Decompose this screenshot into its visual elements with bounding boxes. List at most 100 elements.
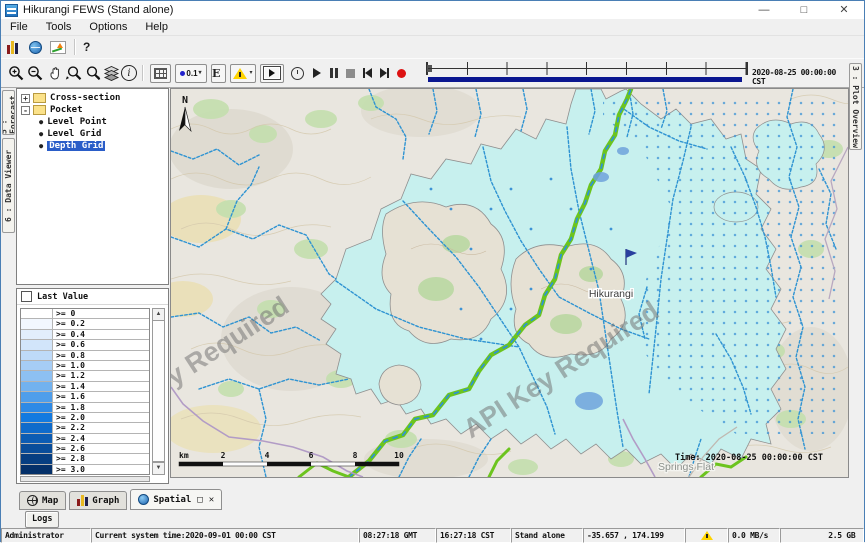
time-slider-range-bar: [428, 77, 742, 82]
legend-row[interactable]: >= 2.0: [21, 413, 149, 423]
pan-hand-icon[interactable]: [45, 63, 64, 83]
zoom-in-icon[interactable]: [7, 63, 26, 83]
time-slider[interactable]: [426, 62, 748, 84]
zoom-next-icon[interactable]: [83, 63, 102, 83]
legend-row[interactable]: >= 1.0: [21, 361, 149, 371]
svg-text:2: 2: [221, 451, 226, 460]
expand-icon[interactable]: +: [21, 94, 30, 103]
legend-row[interactable]: >= 2.2: [21, 423, 149, 433]
close-tab-icon[interactable]: ✕: [209, 495, 214, 505]
scrollbar-thumb[interactable]: [153, 321, 164, 462]
map-time-label: Time: 2020-08-25 00:00:00 CST: [675, 452, 823, 463]
zoom-previous-icon[interactable]: [64, 63, 83, 83]
main-toolbar: ?: [1, 36, 864, 58]
tree-node-level-grid[interactable]: ● Level Grid: [17, 128, 168, 140]
scroll-up-icon[interactable]: ▲: [153, 309, 164, 321]
skip-to-end-button[interactable]: [376, 63, 393, 83]
logs-button[interactable]: Logs: [25, 511, 59, 528]
legend-row[interactable]: >= 0: [21, 309, 149, 319]
classification-dropdown[interactable]: 0.1 ▾: [175, 64, 207, 83]
explorer-icon[interactable]: [7, 41, 21, 54]
pause-button[interactable]: [325, 63, 342, 83]
detach-tab-icon[interactable]: □: [197, 495, 202, 505]
folder-icon: [33, 93, 46, 103]
map-canvas[interactable]: API Key Required API Key Required N km 2…: [171, 89, 848, 477]
legend-row[interactable]: >= 0.4: [21, 330, 149, 340]
legend-row-label: >= 0.2: [53, 319, 85, 328]
sidebar-tab-data-viewer[interactable]: 6 : Data Viewer: [2, 138, 15, 233]
last-value-checkbox[interactable]: [21, 291, 32, 302]
time-slider-handle[interactable]: [427, 65, 432, 72]
legend-row[interactable]: >= 2.8: [21, 454, 149, 464]
folder-icon: [33, 105, 46, 115]
zoom-out-icon[interactable]: [26, 63, 45, 83]
skip-to-start-button[interactable]: [359, 63, 376, 83]
tree-node-level-point[interactable]: ● Level Point: [17, 116, 168, 128]
legend-color-swatch: [21, 382, 53, 391]
record-button[interactable]: [393, 63, 410, 83]
legend-row[interactable]: >= 0.8: [21, 351, 149, 361]
legend-row[interactable]: >= 1.6: [21, 392, 149, 402]
help-icon[interactable]: ?: [83, 40, 90, 54]
legend-row[interactable]: >= 2.4: [21, 434, 149, 444]
scale-bar-button[interactable]: E: [211, 64, 226, 83]
tab-spatial[interactable]: Spatial □ ✕: [130, 489, 222, 510]
legend-row-label: >= 1.2: [53, 371, 85, 380]
sidebar-tab-forecast[interactable]: 5 : Forecast: [2, 90, 15, 135]
tree-node-pocket[interactable]: - Pocket: [17, 104, 168, 116]
legend-row-label: >= 3.0: [53, 465, 85, 474]
time-slider-ruler[interactable]: [426, 62, 748, 75]
layers-icon[interactable]: [102, 63, 121, 83]
legend-row[interactable]: >= 1.4: [21, 382, 149, 392]
menu-item[interactable]: Tools: [37, 20, 81, 34]
tree-node-label: Level Point: [47, 117, 107, 127]
menu-item[interactable]: Help: [136, 20, 177, 34]
legend-scrollbar[interactable]: ▲ ▼: [152, 308, 165, 475]
tree-node-cross-section[interactable]: + Cross-section: [17, 92, 168, 104]
stop-button[interactable]: [342, 63, 359, 83]
legend-row[interactable]: >= 1.2: [21, 371, 149, 381]
menu-item[interactable]: File: [1, 20, 37, 34]
info-icon[interactable]: i: [121, 65, 137, 81]
legend-color-swatch: [21, 454, 53, 463]
scroll-down-icon[interactable]: ▼: [153, 462, 164, 474]
legend-hscrollbar[interactable]: [20, 476, 150, 482]
warning-icon: [701, 531, 713, 540]
legend-row[interactable]: >= 3.0: [21, 465, 149, 475]
legend-row[interactable]: >= 2.6: [21, 444, 149, 454]
grid-display-button[interactable]: [150, 64, 171, 83]
movie-export-button[interactable]: [260, 64, 284, 83]
status-transfer-rate: 0.0 MB/s: [728, 528, 780, 543]
status-warning[interactable]: [685, 528, 728, 543]
chevron-down-icon: ▾: [249, 70, 252, 76]
legend-color-swatch: [21, 423, 53, 432]
map-display-icon[interactable]: [29, 41, 42, 54]
tab-graph[interactable]: Graph: [69, 491, 127, 510]
timeseries-icon[interactable]: [50, 41, 66, 54]
sidebar-tab-plot-overview[interactable]: 3 : Plot Overview: [849, 63, 862, 150]
minimize-button[interactable]: —: [744, 1, 784, 19]
animation-timer-icon[interactable]: [286, 63, 308, 83]
play-button[interactable]: [308, 63, 325, 83]
svg-text:8: 8: [353, 451, 358, 460]
close-button[interactable]: ✕: [824, 1, 864, 19]
graph-tab-icon: [77, 495, 88, 506]
menu-item[interactable]: Options: [80, 20, 136, 34]
legend-color-swatch: [21, 319, 53, 328]
legend-row[interactable]: >= 1.8: [21, 403, 149, 413]
class-value: 0.1: [186, 69, 197, 78]
tree-node-depth-grid[interactable]: ● Depth Grid: [17, 140, 168, 152]
tab-graph-label: Graph: [92, 496, 119, 506]
legend-row[interactable]: >= 0.2: [21, 319, 149, 329]
legend-panel: Last Value >= 0 >= 0.2 >= 0.4 >= 0.6 >= …: [16, 288, 169, 484]
maximize-button[interactable]: □: [784, 1, 824, 19]
town-label: Hikurangi: [589, 288, 633, 300]
tab-map[interactable]: Map: [19, 491, 66, 510]
collapse-icon[interactable]: -: [21, 106, 30, 115]
legend-row-label: >= 0.6: [53, 340, 85, 349]
legend-row[interactable]: >= 0.6: [21, 340, 149, 350]
map-view[interactable]: API Key Required API Key Required N km 2…: [170, 88, 849, 478]
legend-color-swatch: [21, 330, 53, 339]
warnings-dropdown[interactable]: ▾: [230, 64, 256, 83]
legend-row-label: >= 2.8: [53, 454, 85, 463]
